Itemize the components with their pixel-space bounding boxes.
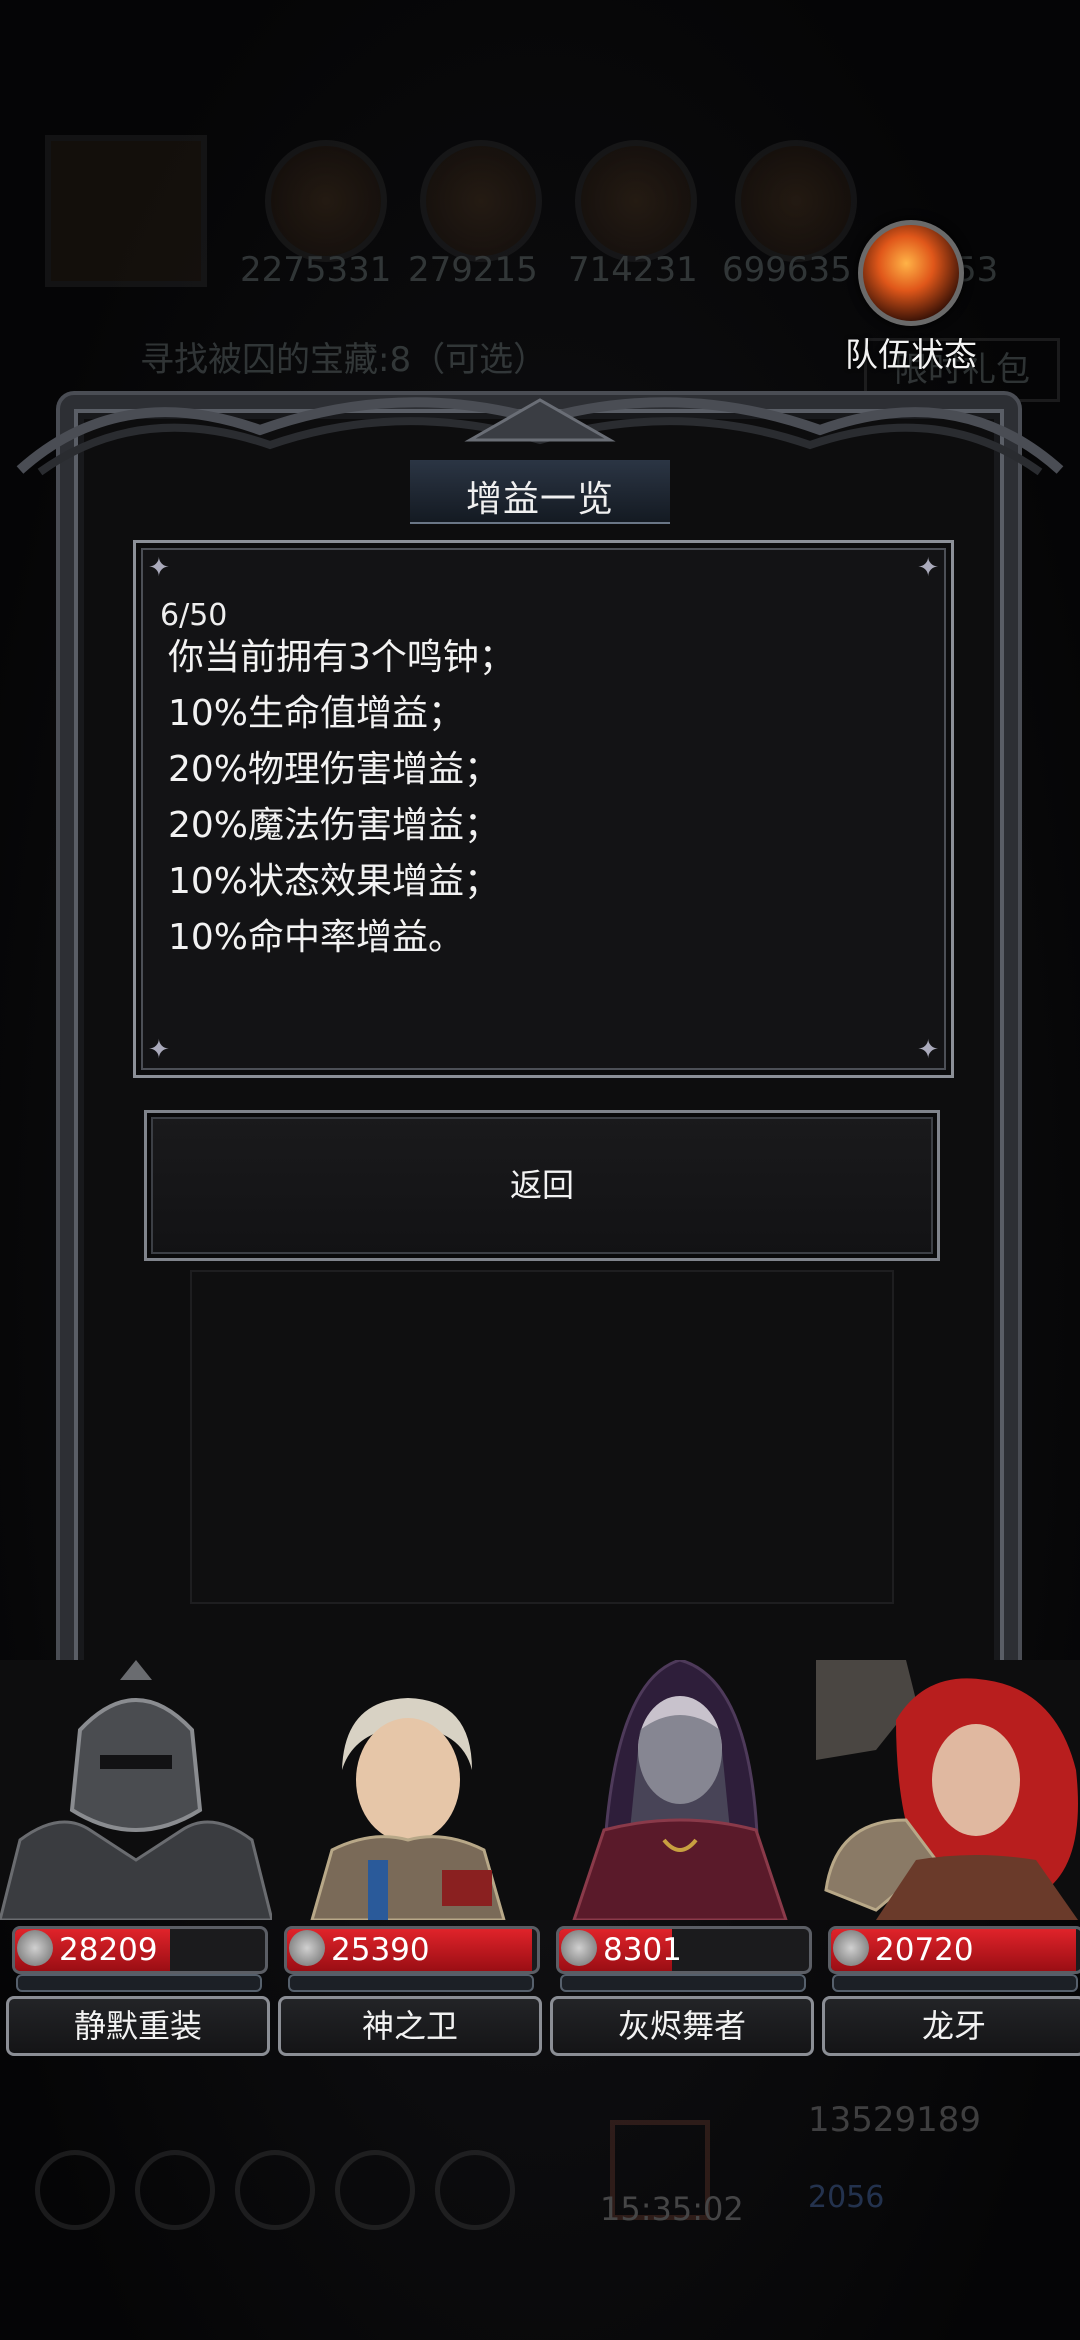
- panel-title: 增益一览: [465, 479, 614, 520]
- quest-icon[interactable]: [335, 2150, 415, 2230]
- corner-sparkle-icon: ✦: [148, 553, 170, 583]
- energy-bar: [832, 1974, 1078, 1992]
- ash-dancer-portrait: [544, 1658, 816, 1922]
- buff-line: 10%状态效果增益；: [168, 861, 501, 902]
- sword-icon: [561, 1930, 597, 1966]
- hp-bar: 8301: [556, 1926, 812, 1974]
- team-status-button[interactable]: 队伍状态: [836, 220, 986, 376]
- sword-icon: [17, 1930, 53, 1966]
- resource-1: 2275331: [240, 250, 392, 290]
- frame-inner-area: [190, 1270, 894, 1604]
- skill-icon[interactable]: [435, 2150, 515, 2230]
- hp-bar: 25390: [284, 1926, 540, 1974]
- hero-icon[interactable]: [135, 2150, 215, 2230]
- hp-value: 20720: [875, 1932, 974, 1968]
- character-slot[interactable]: 20720 龙牙: [816, 1660, 1080, 2060]
- buff-line: 20%物理伤害增益；: [168, 749, 501, 790]
- return-button[interactable]: 返回: [144, 1110, 940, 1261]
- buff-line: 你当前拥有3个鸣钟；: [168, 637, 515, 678]
- sword-icon: [289, 1930, 325, 1966]
- dragon-fang-portrait: [816, 1660, 1080, 1920]
- hp-value: 25390: [331, 1932, 430, 1968]
- knight-portrait: [0, 1660, 274, 1922]
- character-name: 神之卫: [278, 1996, 542, 2056]
- resource-3: 714231: [568, 250, 698, 290]
- wood-icon: [420, 140, 542, 262]
- corner-sparkle-icon: ✦: [917, 553, 939, 583]
- sword-icon: [833, 1930, 869, 1966]
- bottom-hud: 15:35:02 13529189 2056: [0, 2090, 1080, 2340]
- energy-bar: [288, 1974, 534, 1992]
- buff-line: 10%生命值增益；: [168, 693, 465, 734]
- hp-bar: 20720: [828, 1926, 1080, 1974]
- hp-value: 28209: [59, 1932, 158, 1968]
- character-slot[interactable]: 25390 神之卫: [272, 1660, 544, 2060]
- bag-icon[interactable]: [235, 2150, 315, 2230]
- bread-icon: [265, 140, 387, 262]
- corner-sparkle-icon: ✦: [917, 1035, 939, 1065]
- guardian-portrait: [272, 1660, 544, 1922]
- corner-sparkle-icon: ✦: [148, 1035, 170, 1065]
- team-status-label: 队伍状态: [845, 335, 977, 374]
- iron-icon: [575, 140, 697, 262]
- menu-icon[interactable]: [35, 2150, 115, 2230]
- character-slot[interactable]: 8301 灰烬舞者: [544, 1658, 816, 2060]
- buff-line: 10%命中率增益。: [168, 917, 465, 958]
- energy-bar: [16, 1974, 262, 1992]
- hp-value: 8301: [603, 1932, 682, 1968]
- buff-list: 你当前拥有3个鸣钟； 10%生命值增益； 20%物理伤害增益； 20%魔法伤害增…: [168, 630, 515, 966]
- page-counter: 6/50: [160, 598, 228, 633]
- energy-bar: [560, 1974, 806, 1992]
- buff-line: 20%魔法伤害增益；: [168, 805, 501, 846]
- hp-bar: 28209: [12, 1926, 268, 1974]
- resource-2: 279215: [408, 250, 538, 290]
- gold-amount: 13529189: [808, 2100, 982, 2140]
- character-slot[interactable]: 28209 静默重装: [0, 1660, 274, 2060]
- character-name: 灰烬舞者: [550, 1996, 814, 2056]
- character-name: 静默重装: [6, 1996, 270, 2056]
- character-name: 龙牙: [822, 1996, 1080, 2056]
- resource-4: 699635: [722, 250, 852, 290]
- gem-amount: 2056: [808, 2180, 885, 2215]
- timer: 15:35:02: [600, 2190, 744, 2228]
- flame-icon: [858, 220, 964, 326]
- map-icon[interactable]: [45, 135, 207, 287]
